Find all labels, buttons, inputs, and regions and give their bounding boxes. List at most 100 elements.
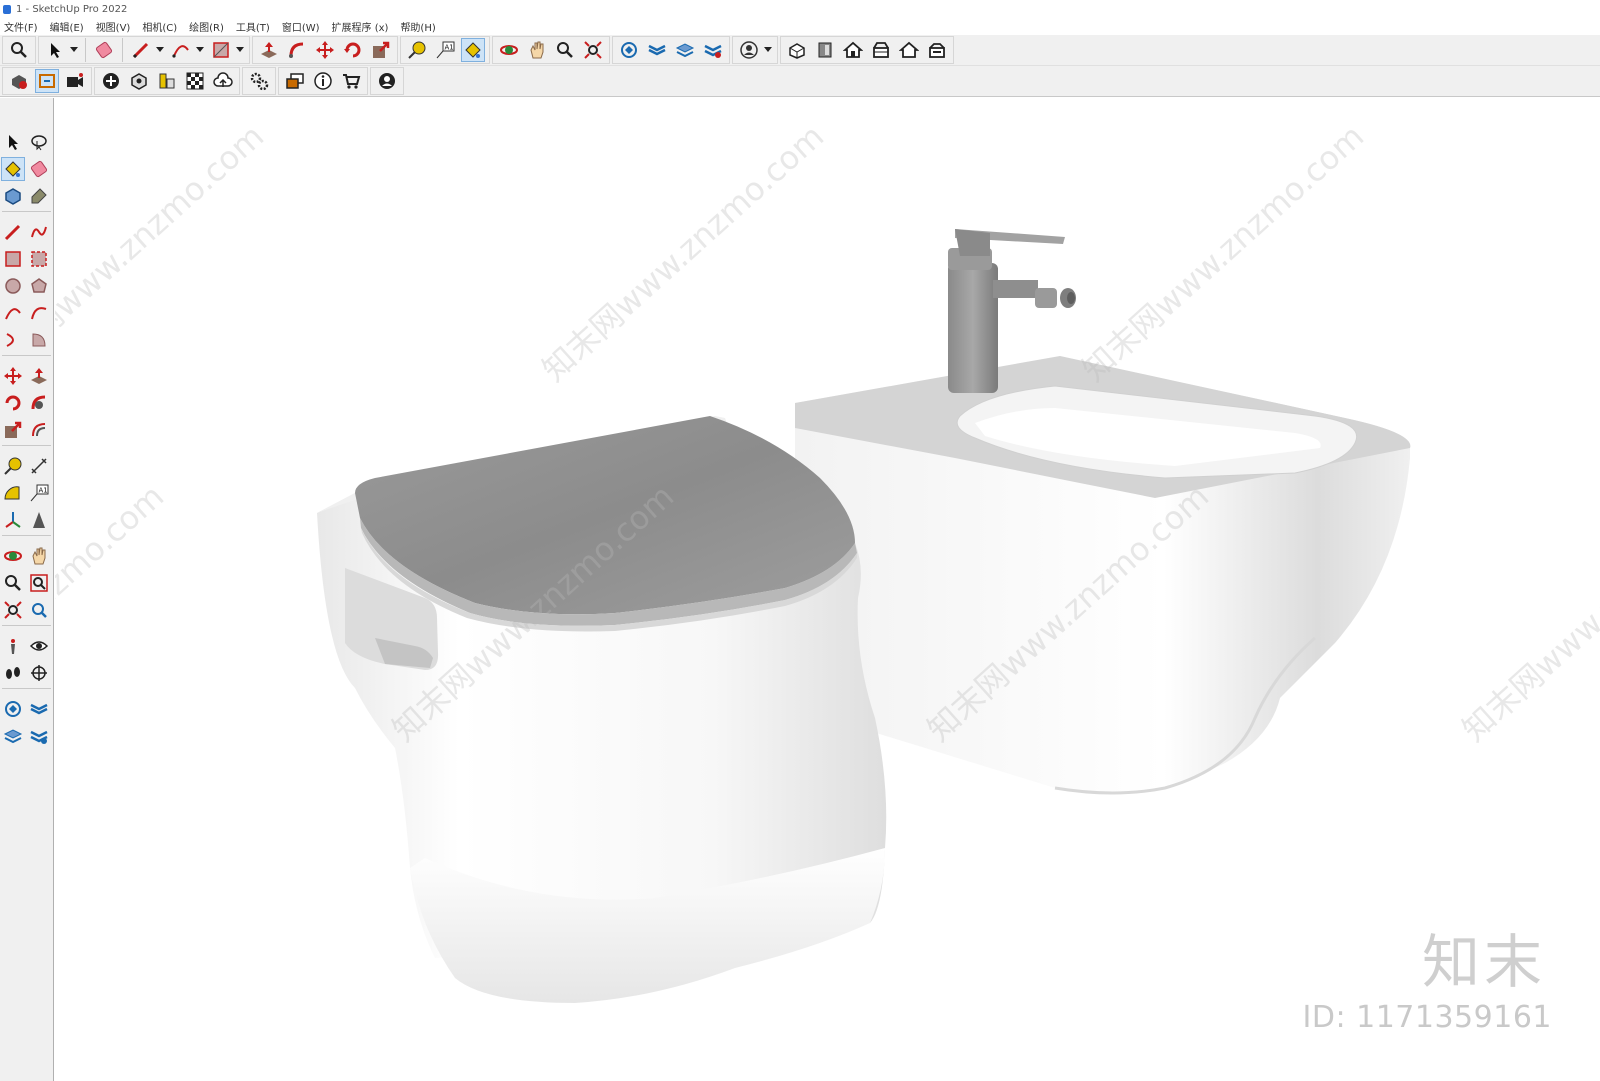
- section-plane-icon[interactable]: [27, 661, 51, 685]
- follow-me-icon[interactable]: [27, 391, 51, 415]
- eraser-icon[interactable]: [27, 157, 51, 181]
- pencil-dropdown-icon[interactable]: [155, 38, 165, 62]
- components-icon[interactable]: [617, 38, 641, 62]
- zoom-window-icon[interactable]: [553, 38, 577, 62]
- messages-icon[interactable]: [283, 69, 307, 93]
- orbit-icon[interactable]: [497, 38, 521, 62]
- make-component-icon[interactable]: [1, 184, 25, 208]
- three-point-arc-icon[interactable]: [1, 328, 25, 352]
- lasso-select-icon[interactable]: [27, 130, 51, 154]
- layers-icon[interactable]: [1, 724, 25, 748]
- cloud-upload-icon[interactable]: [211, 69, 235, 93]
- scenes-icon[interactable]: [27, 724, 51, 748]
- push-pull-icon[interactable]: [27, 364, 51, 388]
- rectangle-icon[interactable]: [1, 247, 25, 271]
- view-back-icon[interactable]: [897, 38, 921, 62]
- sandbox-icon[interactable]: [7, 69, 31, 93]
- styles-icon[interactable]: [645, 38, 669, 62]
- model-info-icon[interactable]: [127, 69, 151, 93]
- zoom-window-icon[interactable]: [27, 571, 51, 595]
- circle-icon[interactable]: [1, 274, 25, 298]
- rotate-icon[interactable]: [1, 391, 25, 415]
- account-dropdown-icon[interactable]: [763, 38, 773, 62]
- account-icon[interactable]: [737, 38, 761, 62]
- line-icon[interactable]: [1, 220, 25, 244]
- offset-icon[interactable]: [27, 418, 51, 442]
- zoom-extents-icon[interactable]: [581, 38, 605, 62]
- move-icon[interactable]: [1, 364, 25, 388]
- view-front-icon[interactable]: [841, 38, 865, 62]
- paint-bucket-icon[interactable]: [1, 156, 25, 181]
- menu-draw[interactable]: 绘图(R): [189, 19, 224, 34]
- pan-icon[interactable]: [525, 38, 549, 62]
- arc-dropdown-icon[interactable]: [195, 38, 205, 62]
- dimension-icon[interactable]: [27, 454, 51, 478]
- rotated-rectangle-icon[interactable]: [27, 247, 51, 271]
- text-label-icon[interactable]: A1: [433, 38, 457, 62]
- follow-me-icon[interactable]: [285, 38, 309, 62]
- zoom-extents-icon[interactable]: [1, 598, 25, 622]
- menu-extensions[interactable]: 扩展程序 (x): [332, 19, 389, 34]
- view-top-icon[interactable]: [813, 38, 837, 62]
- cart-icon[interactable]: [339, 69, 363, 93]
- zoom-icon[interactable]: [1, 571, 25, 595]
- styles-icon[interactable]: [27, 697, 51, 721]
- polygon-icon[interactable]: [27, 274, 51, 298]
- text-label-icon[interactable]: A1: [27, 481, 51, 505]
- add-location-icon[interactable]: [99, 69, 123, 93]
- pan-icon[interactable]: [27, 544, 51, 568]
- menu-camera[interactable]: 相机(C): [142, 19, 177, 34]
- select-dropdown-icon[interactable]: [69, 38, 79, 62]
- dimensions-icon[interactable]: [155, 69, 179, 93]
- select-icon[interactable]: [43, 38, 67, 62]
- menu-window[interactable]: 窗口(W): [282, 19, 320, 34]
- camera-icon[interactable]: [63, 69, 87, 93]
- push-pull-icon[interactable]: [257, 38, 281, 62]
- texture-icon[interactable]: [183, 69, 207, 93]
- menu-file[interactable]: 文件(F): [4, 19, 38, 34]
- 3d-text-icon[interactable]: [27, 508, 51, 532]
- rotate-icon[interactable]: [341, 38, 365, 62]
- orbit-icon[interactable]: [1, 544, 25, 568]
- pencil-icon[interactable]: [129, 38, 153, 62]
- two-point-arc-icon[interactable]: [27, 301, 51, 325]
- settings-icon[interactable]: [247, 69, 271, 93]
- select-icon[interactable]: [1, 130, 25, 154]
- menu-help[interactable]: 帮助(H): [400, 19, 435, 34]
- rectangle-icon[interactable]: [209, 38, 233, 62]
- scale-icon[interactable]: [1, 418, 25, 442]
- paint-bucket-icon[interactable]: [461, 38, 485, 62]
- eraser-icon[interactable]: [92, 38, 116, 62]
- user-icon[interactable]: [375, 69, 399, 93]
- info-icon[interactable]: [311, 69, 335, 93]
- section-icon[interactable]: [35, 69, 59, 93]
- arc-icon[interactable]: [169, 38, 193, 62]
- scenes-icon[interactable]: [701, 38, 725, 62]
- zoom-icon[interactable]: [7, 38, 31, 62]
- layers-icon[interactable]: [673, 38, 697, 62]
- pie-icon[interactable]: [27, 328, 51, 352]
- view-iso-icon[interactable]: [785, 38, 809, 62]
- menu-edit[interactable]: 编辑(E): [50, 19, 84, 34]
- tape-measure-icon[interactable]: [405, 38, 429, 62]
- scale-icon[interactable]: [369, 38, 393, 62]
- components-icon[interactable]: [1, 697, 25, 721]
- look-around-icon[interactable]: [27, 634, 51, 658]
- menu-view[interactable]: 视图(V): [96, 19, 131, 34]
- rectangle-dropdown-icon[interactable]: [235, 38, 245, 62]
- freehand-icon[interactable]: [27, 220, 51, 244]
- arc-icon[interactable]: [1, 301, 25, 325]
- separator: [2, 625, 51, 632]
- walk-icon[interactable]: [1, 661, 25, 685]
- tape-measure-icon[interactable]: [1, 454, 25, 478]
- previous-view-icon[interactable]: [27, 598, 51, 622]
- move-icon[interactable]: [313, 38, 337, 62]
- view-right-icon[interactable]: [869, 38, 893, 62]
- tag-tool-icon[interactable]: [27, 184, 51, 208]
- protractor-icon[interactable]: [1, 481, 25, 505]
- model-viewport[interactable]: 知末网www.znzmo.com 知末网www.znzmo.com 知末网www…: [55, 98, 1600, 1081]
- position-camera-icon[interactable]: [1, 634, 25, 658]
- axes-icon[interactable]: [1, 508, 25, 532]
- menu-tools[interactable]: 工具(T): [236, 19, 270, 34]
- view-left-icon[interactable]: [925, 38, 949, 62]
